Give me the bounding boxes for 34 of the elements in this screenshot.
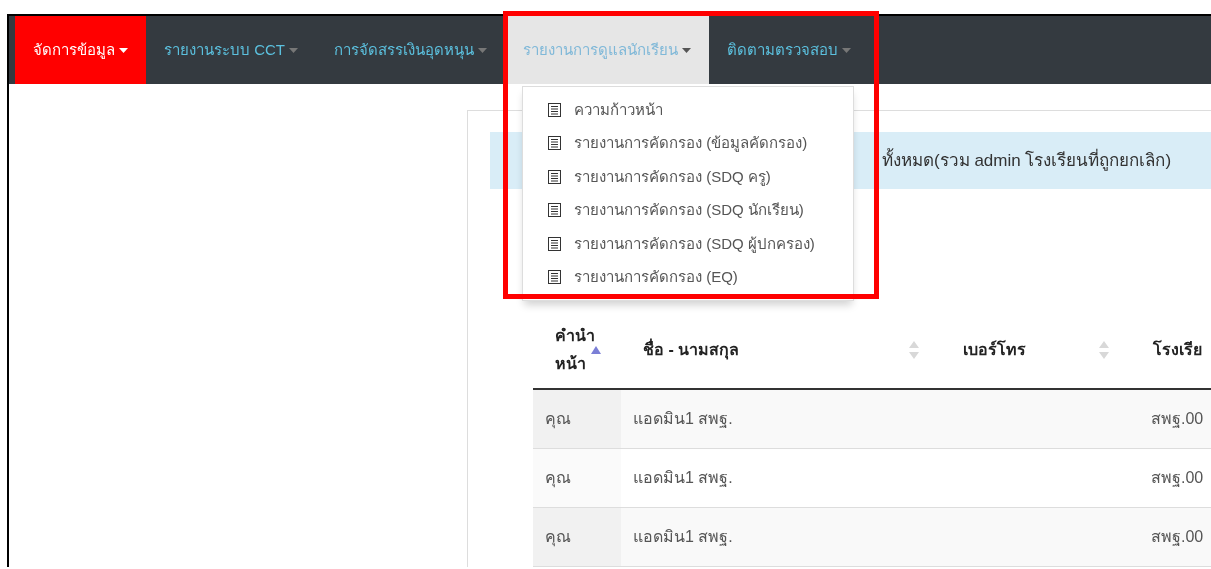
alert-text: ทั้งหมด(รวม admin โรงเรียนที่ถูกยกเลิก): [882, 147, 1172, 173]
list-icon: [548, 203, 561, 218]
list-icon: [548, 136, 561, 151]
nav-menu-item[interactable]: การจัดสรรเงินอุดหนุน: [316, 16, 505, 84]
table-cell: คุณ: [533, 390, 621, 448]
caret-icon: [119, 47, 128, 53]
list-icon: [548, 102, 561, 117]
column-header[interactable]: ชื่อ - นามสกุล: [643, 337, 740, 362]
caret-icon: [289, 47, 298, 53]
table-cell-text: แอดมิน1 สพฐ.: [632, 527, 734, 548]
dropdown-item[interactable]: รายงานการคัดกรอง (SDQ ครู): [523, 160, 853, 194]
nav-menu-item[interactable]: ติดตามตรวจสอบ: [709, 16, 869, 84]
nav-menu-item[interactable]: จัดการข้อมูล: [15, 16, 146, 84]
table-cell: คุณ: [533, 449, 621, 507]
caret-icon: [682, 47, 691, 53]
caret-icon: [478, 47, 487, 53]
table-cell-text: แอดมิน1 สพฐ.: [632, 409, 734, 430]
column-header[interactable]: เบอร์โทร: [963, 337, 1026, 362]
table-cell-text: แอดมิน1 สพฐ.: [632, 468, 734, 489]
list-icon: [548, 169, 561, 184]
dropdown-item[interactable]: รายงานการคัดกรอง (SDQ นักเรียน): [523, 193, 853, 227]
table-cell-text: สพฐ.00: [1150, 527, 1205, 548]
dropdown-item[interactable]: รายงานการคัดกรอง (SDQ ผู้ปกครอง): [523, 227, 853, 261]
nav-menu-item[interactable]: รายงานระบบ CCT: [146, 16, 316, 84]
dropdown-item[interactable]: ความก้าวหน้า: [523, 93, 853, 127]
dropdown-item[interactable]: รายงานการคัดกรอง (ข้อมูลคัดกรอง): [523, 126, 853, 160]
dropdown-item[interactable]: รายงานการคัดกรอง (EQ): [523, 260, 853, 294]
list-icon: [548, 270, 561, 285]
table-cell-text: สพฐ.00: [1150, 409, 1205, 430]
list-icon: [548, 236, 561, 251]
caret-icon: [842, 47, 851, 53]
table-cell-text: สพฐ.00: [1150, 468, 1205, 489]
table-cell: คุณ: [533, 508, 621, 566]
column-header[interactable]: โรงเรีย: [1153, 337, 1202, 362]
